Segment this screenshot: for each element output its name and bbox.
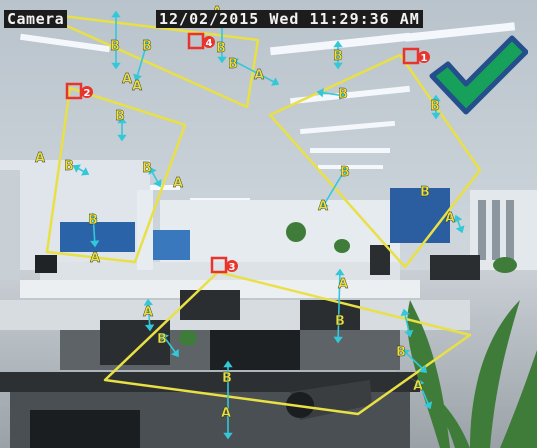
side-a-label: A [445,211,455,226]
rule-markers: 4 2 1 3 [65,32,430,274]
rule-number-icon[interactable]: 2 [65,82,93,100]
arrow-head [455,225,465,234]
rule-number-icon[interactable]: 4 [187,32,215,50]
side-b-label: B [157,332,167,347]
side-b-label: B [396,345,406,360]
rule-number-icon[interactable]: 3 [210,256,238,274]
arrow-head [333,40,343,48]
arrow-head [81,167,90,176]
arrow-head [72,164,81,173]
arrow-head [223,432,233,440]
rule-number-icon[interactable]: 1 [402,47,430,65]
checkmark-icon[interactable] [428,34,528,116]
side-b-label: B [88,213,98,228]
arrow-head [111,10,121,18]
rule-number-label: 1 [421,53,428,64]
side-b-label: B [333,49,343,64]
arrow-head [117,134,127,142]
side-b-label: B [142,161,152,176]
camera-view: BBBBAAABABBABAABBBBABAABBAABBA 4213 Came… [0,0,537,448]
side-a-label: A [173,176,183,191]
side-a-label: A [221,406,231,421]
arrow-head [400,308,410,317]
arrow-head [333,62,343,70]
arrow-head [143,298,154,306]
side-b-label: B [340,165,350,180]
side-a-label: A [413,379,423,394]
side-b-label: B [420,185,430,200]
side-b-label: B [228,57,238,72]
datetime-label: 12/02/2015 Wed 11:29:36 AM [156,10,423,28]
side-b-label: B [216,41,226,56]
side-a-label: A [35,151,45,166]
arrow-head [453,214,463,223]
side-a-label: A [318,199,328,214]
side-a-label: A [254,68,264,83]
arrow-head [271,77,280,86]
direction-arrows [72,10,465,440]
arrow-head [423,401,433,410]
arrow-head [335,268,345,276]
rule-number-label: 4 [206,38,213,49]
rule-number-label: 3 [229,262,236,273]
side-b-label: B [115,109,125,124]
side-b-label: B [338,87,348,102]
arrow-head [404,329,414,338]
rule-number-label: 2 [84,88,91,99]
side-a-label: A [143,305,153,320]
arrow-head [153,179,162,188]
side-b-label: B [335,314,345,329]
side-b-label: B [142,39,152,54]
side-a-label: A [132,79,142,94]
arrow-head [144,324,155,332]
camera-name-label: Camera [4,10,68,28]
side-b-label: B [110,39,120,54]
side-a-label: A [338,277,348,292]
arrow-head [111,62,121,70]
arrow-head [316,88,324,98]
arrow-head [89,240,100,248]
side-b-label: B [222,371,232,386]
side-b-label: B [64,159,74,174]
arrow-head [333,336,343,344]
arrow-head [217,56,227,64]
arrow-head [223,360,233,368]
side-a-label: A [122,72,132,87]
side-a-label: A [90,251,100,266]
